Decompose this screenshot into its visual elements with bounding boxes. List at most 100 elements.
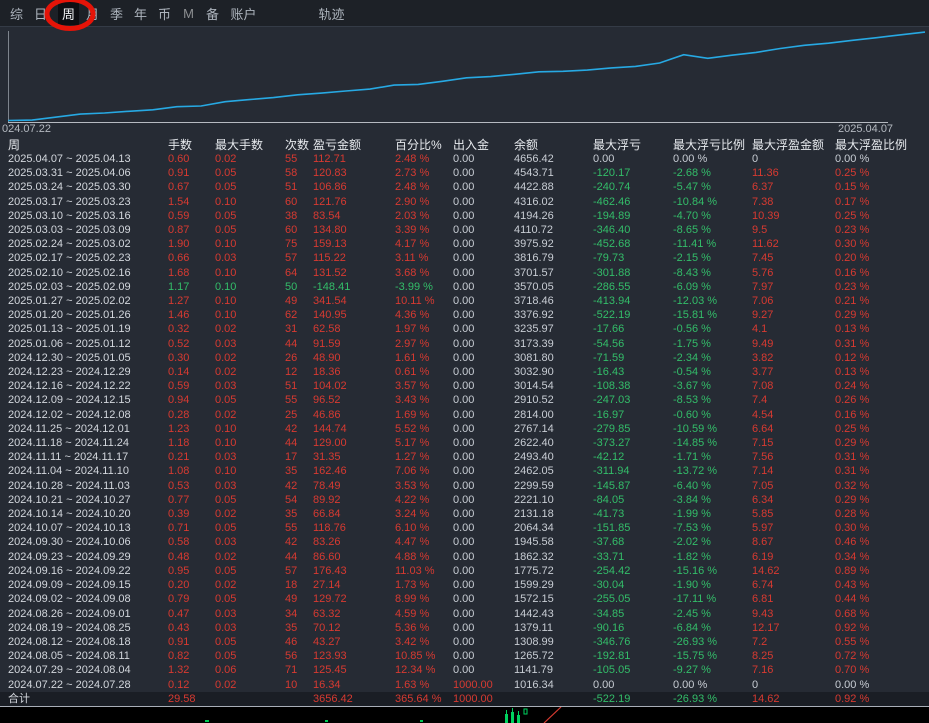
cell-lots: 0.91 [168,635,215,649]
cell-in-out: 0.00 [453,564,514,578]
table-row[interactable]: 2025.04.07 ~ 2025.04.130.600.0255112.712… [0,152,929,166]
cell-max-float-loss: -247.03 [593,393,673,407]
menu-tab-季[interactable]: 季 [110,4,123,23]
cell-max-float-profit-pct: 0.17 % [835,195,929,209]
table-row[interactable]: 2025.03.10 ~ 2025.03.160.590.053883.542.… [0,209,929,223]
cell-in-out: 0.00 [453,450,514,464]
table-row[interactable]: 2024.09.16 ~ 2024.09.220.950.0557176.431… [0,564,929,578]
menu-tab-M[interactable]: M [182,6,195,21]
cell-max-lots: 0.05 [215,635,285,649]
cell-pnl: 104.02 [313,379,395,393]
cell-max-lots: 0.05 [215,564,285,578]
table-row[interactable]: 2024.07.22 ~ 2024.07.280.120.021016.341.… [0,678,929,692]
cell-count: 42 [285,535,313,549]
table-row[interactable]: 2025.01.13 ~ 2025.01.190.320.023162.581.… [0,322,929,336]
cell-count: 55 [285,152,313,166]
table-row[interactable]: 2025.01.20 ~ 2025.01.261.460.1062140.954… [0,308,929,322]
table-row[interactable]: 2025.01.06 ~ 2025.01.120.520.034491.592.… [0,337,929,351]
cell-max-float-profit: 6.34 [752,493,835,507]
table-row[interactable]: 2025.03.24 ~ 2025.03.300.670.0551106.862… [0,180,929,194]
cell-in-out: 0.00 [453,436,514,450]
cell-balance: 3173.39 [514,337,593,351]
cell-count: 57 [285,564,313,578]
cell-in-out: 0.00 [453,180,514,194]
cell-week: 2024.09.23 ~ 2024.09.29 [8,550,168,564]
table-row[interactable]: 2024.10.14 ~ 2024.10.200.390.023566.843.… [0,507,929,521]
table-row[interactable]: 2024.08.19 ~ 2024.08.250.430.033570.125.… [0,621,929,635]
cell-count: 35 [285,621,313,635]
table-row[interactable]: 2024.10.07 ~ 2024.10.130.710.0555118.766… [0,521,929,535]
cell-max-lots: 0.06 [215,663,285,677]
table-row[interactable]: 2024.11.04 ~ 2024.11.101.080.1035162.467… [0,464,929,478]
cell-max-float-loss-pct: -9.27 % [673,663,752,677]
table-row[interactable]: 2025.03.17 ~ 2025.03.231.540.1060121.762… [0,195,929,209]
menu-tab-账户[interactable]: 账户 [230,4,257,23]
table-row[interactable]: 2024.08.26 ~ 2024.09.010.470.033463.324.… [0,607,929,621]
cell-max-float-profit: 11.36 [752,166,835,180]
cell-max-float-loss-pct: -15.81 % [673,308,752,322]
menu-tab-综[interactable]: 综 [10,4,23,23]
table-row[interactable]: 2024.11.25 ~ 2024.12.011.230.1042144.745… [0,422,929,436]
cell-lots: 0.30 [168,351,215,365]
table-row[interactable]: 2024.12.16 ~ 2024.12.220.590.0351104.023… [0,379,929,393]
cell-max-float-loss: -192.81 [593,649,673,663]
cell-max-float-profit-pct: 0.43 % [835,578,929,592]
menu-tab-币[interactable]: 币 [158,4,171,23]
cell-pct: 1.97 % [395,322,453,336]
cell-max-float-profit: 7.45 [752,251,835,265]
table-row[interactable]: 2024.09.09 ~ 2024.09.150.200.021827.141.… [0,578,929,592]
table-row[interactable]: 2024.11.18 ~ 2024.11.241.180.1044129.005… [0,436,929,450]
table-row[interactable]: 2024.12.30 ~ 2025.01.050.300.022648.901.… [0,351,929,365]
cell-max-float-profit: 7.15 [752,436,835,450]
table-row[interactable]: 2025.02.03 ~ 2025.02.091.170.1050-148.41… [0,280,929,294]
cell-max-lots: 0.03 [215,337,285,351]
cell-in-out: 0.00 [453,223,514,237]
table-row[interactable]: 2024.10.28 ~ 2024.11.030.530.034278.493.… [0,479,929,493]
cell-max-float-loss-pct: -15.16 % [673,564,752,578]
cell-max-float-profit-pct: 0.29 % [835,436,929,450]
col-header-in-out: 出入金 [453,138,514,152]
cell-balance: 1016.34 [514,678,593,692]
table-row[interactable]: 2025.02.17 ~ 2025.02.230.660.0357115.223… [0,251,929,265]
menu-tab-日[interactable]: 日 [34,4,47,23]
cell-pnl: 96.52 [313,393,395,407]
menu-tab-备[interactable]: 备 [206,4,219,23]
cell-max-float-profit-pct: 0.26 % [835,393,929,407]
menu-tab-轨迹[interactable]: 轨迹 [318,4,345,23]
cell-max-float-loss-pct: -26.93 % [673,635,752,649]
table-row[interactable]: 2024.12.09 ~ 2024.12.150.940.055596.523.… [0,393,929,407]
cell-max-lots: 0.02 [215,507,285,521]
cell-balance: 1775.72 [514,564,593,578]
table-row[interactable]: 2024.07.29 ~ 2024.08.041.320.0671125.451… [0,663,929,677]
table-row[interactable]: 2024.10.21 ~ 2024.10.270.770.055489.924.… [0,493,929,507]
cell-max-lots: 0.10 [215,294,285,308]
table-row[interactable]: 2025.02.24 ~ 2025.03.021.900.1075159.134… [0,237,929,251]
cell-max-float-loss-pct: -2.02 % [673,535,752,549]
table-row[interactable]: 2025.03.03 ~ 2025.03.090.870.0560134.803… [0,223,929,237]
table-row[interactable]: 2024.12.02 ~ 2024.12.080.280.022546.861.… [0,408,929,422]
cell-pnl: 140.95 [313,308,395,322]
table-row[interactable]: 2024.08.05 ~ 2024.08.110.820.0556123.931… [0,649,929,663]
cell-pnl: 120.83 [313,166,395,180]
menu-tab-周[interactable]: 周 [58,2,79,25]
table-row[interactable]: 2024.08.12 ~ 2024.08.180.910.054643.273.… [0,635,929,649]
table-row[interactable]: 2024.09.23 ~ 2024.09.290.480.024486.604.… [0,550,929,564]
menu-tab-月[interactable]: 月 [86,4,99,23]
cell-pnl: 48.90 [313,351,395,365]
cell-max-lots: 0.03 [215,607,285,621]
table-row[interactable]: 2024.09.02 ~ 2024.09.080.790.0549129.728… [0,592,929,606]
cell-pct: 10.11 % [395,294,453,308]
menu-tab-年[interactable]: 年 [134,4,147,23]
cell-max-lots: 0.05 [215,209,285,223]
cell-pct: 0.61 % [395,365,453,379]
table-row[interactable]: 2025.02.10 ~ 2025.02.161.680.1064131.523… [0,266,929,280]
cell-balance: 1379.11 [514,621,593,635]
cell-count: 44 [285,436,313,450]
table-row[interactable]: 2024.12.23 ~ 2024.12.290.140.021218.360.… [0,365,929,379]
table-row[interactable]: 2025.01.27 ~ 2025.02.021.270.1049341.541… [0,294,929,308]
table-row[interactable]: 2025.03.31 ~ 2025.04.060.910.0558120.832… [0,166,929,180]
table-row[interactable]: 2024.11.11 ~ 2024.11.170.210.031731.351.… [0,450,929,464]
cell-pct: 2.97 % [395,337,453,351]
cell-max-lots: 0.03 [215,251,285,265]
table-row[interactable]: 2024.09.30 ~ 2024.10.060.580.034283.264.… [0,535,929,549]
